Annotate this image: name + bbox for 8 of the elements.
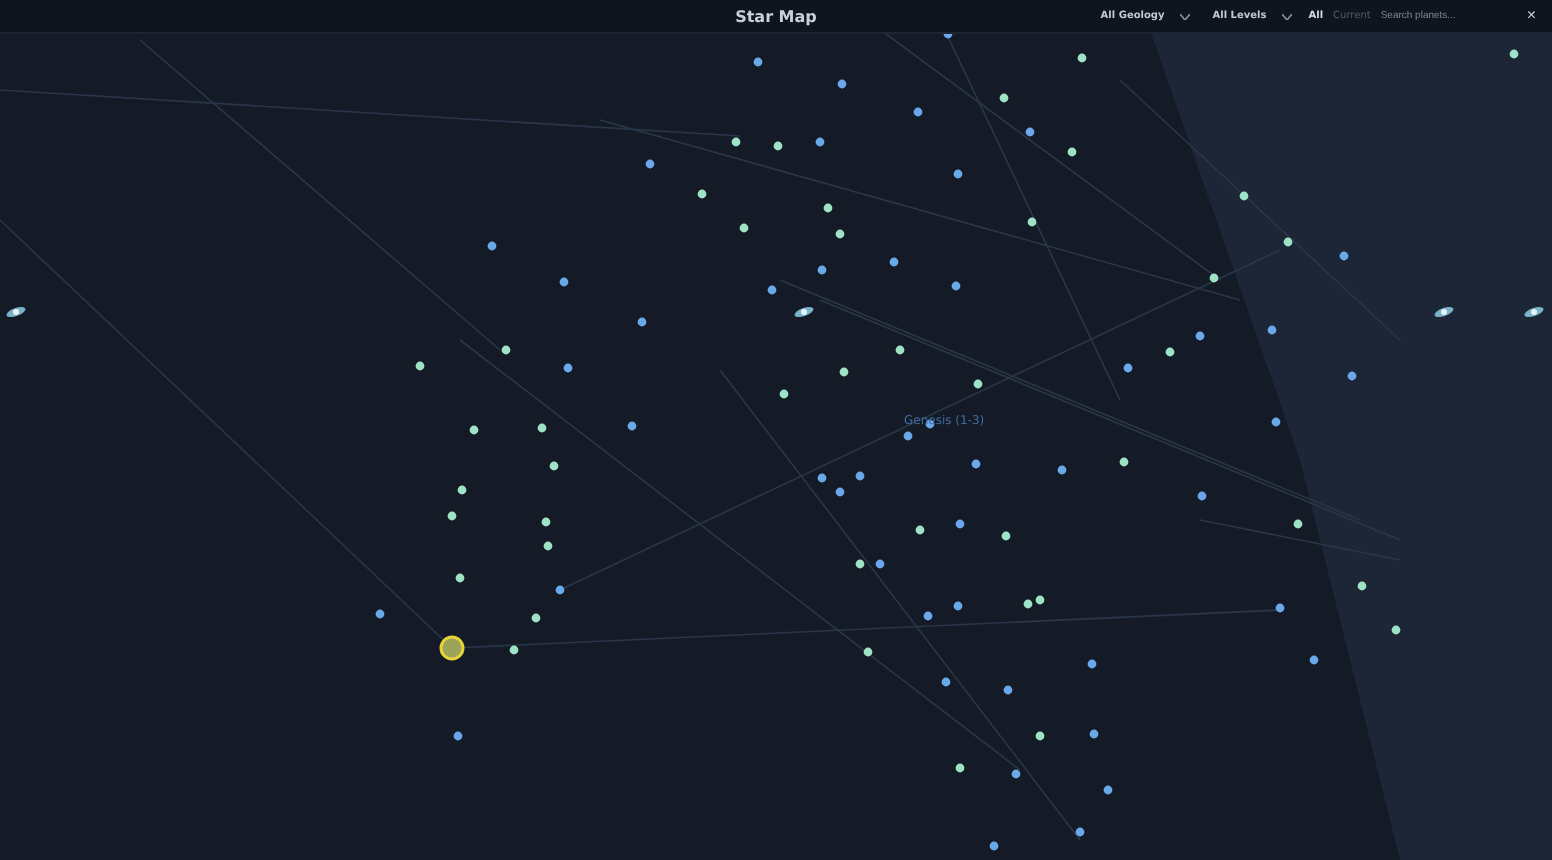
galaxy-icon[interactable] <box>794 306 814 318</box>
galaxy-icon[interactable] <box>1434 306 1454 318</box>
close-button[interactable]: × <box>1522 8 1540 24</box>
caret-icon <box>1180 13 1191 19</box>
caret-icon <box>1282 13 1293 19</box>
galaxy-icon[interactable] <box>6 306 26 318</box>
window-title: Star Map <box>735 7 817 25</box>
galaxy-icon[interactable] <box>1524 306 1544 318</box>
